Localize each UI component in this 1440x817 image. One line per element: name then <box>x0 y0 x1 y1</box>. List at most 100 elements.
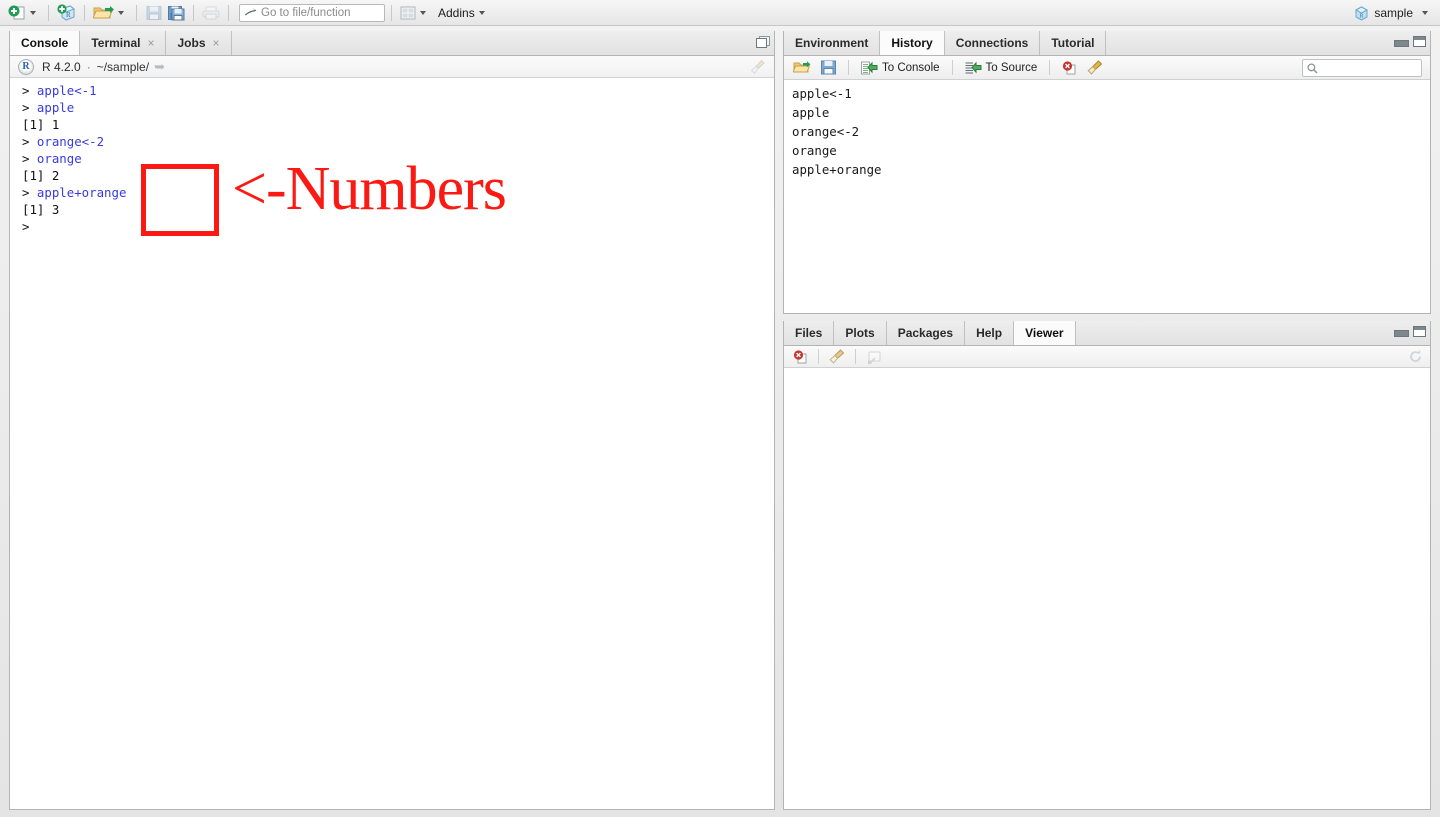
minimize-pane-icon[interactable] <box>1394 327 1409 337</box>
tab-packages[interactable]: Packages <box>886 321 966 345</box>
tab-console[interactable]: Console <box>10 31 81 55</box>
new-project-button[interactable]: R <box>55 2 78 24</box>
chevron-down-icon <box>420 10 426 15</box>
minimize-pane-icon[interactable] <box>1394 37 1409 47</box>
workspace-panes-button[interactable] <box>398 2 432 24</box>
console-output-text: [1] 1 <box>22 117 60 132</box>
working-directory-label: ~/sample/ <box>96 59 150 74</box>
tabbar-filler <box>231 31 774 55</box>
viewer-refresh-button[interactable] <box>1408 349 1423 369</box>
toolbar-divider <box>391 4 392 21</box>
history-list[interactable]: apple<-1 apple orange<-2 orange apple+orange <box>784 80 1430 292</box>
save-all-button[interactable] <box>165 2 187 24</box>
print-button[interactable] <box>200 2 222 24</box>
console-input-text: orange<-2 <box>36 134 105 149</box>
remove-history-entry-button[interactable] <box>1059 60 1080 75</box>
viewer-stop-button[interactable] <box>790 349 811 364</box>
history-entry[interactable]: orange <box>790 141 1430 160</box>
toolbar-divider <box>951 60 953 75</box>
project-indicator[interactable]: R sample <box>1354 0 1432 26</box>
printer-icon <box>202 6 220 20</box>
console-output[interactable]: > apple<-1 > apple [1] 1 > orange<-2 > orang… <box>10 78 774 809</box>
save-history-button[interactable] <box>818 60 839 75</box>
tab-viewer[interactable]: Viewer <box>1014 321 1076 345</box>
console-input-text: orange <box>36 151 82 166</box>
tab-help[interactable]: Help <box>965 321 1015 345</box>
viewer-window-buttons <box>1394 326 1426 337</box>
tab-environment-label: Environment <box>795 36 869 50</box>
project-name: sample <box>1374 6 1413 20</box>
tab-files[interactable]: Files <box>784 321 835 345</box>
history-entry[interactable]: apple<-1 <box>790 84 1430 103</box>
tab-jobs[interactable]: Jobs × <box>166 31 232 55</box>
console-prompt: > <box>22 83 37 98</box>
console-output-text: [1] 2 <box>22 168 60 183</box>
history-entry[interactable]: apple <box>790 103 1430 122</box>
goto-file-function-input[interactable]: Go to file/function <box>239 3 385 22</box>
chevron-down-icon <box>30 10 36 15</box>
open-folder-icon <box>793 60 811 75</box>
to-source-icon <box>965 61 982 75</box>
popout-window-icon <box>866 350 882 364</box>
open-file-button[interactable] <box>91 2 130 24</box>
tab-connections[interactable]: Connections <box>944 31 1041 55</box>
history-search-box[interactable] <box>1302 59 1422 77</box>
tab-history[interactable]: History <box>880 31 945 55</box>
to-console-label: To Console <box>882 61 940 74</box>
console-tabbar: Console Terminal × Jobs × <box>10 31 774 56</box>
viewer-popout-button[interactable] <box>863 350 885 364</box>
close-icon[interactable]: × <box>147 37 154 49</box>
console-header: R R 4.2.0 · ~/sample/ ➥ <box>10 56 774 78</box>
addins-button[interactable]: Addins <box>432 2 491 24</box>
project-cube-icon: R <box>1354 5 1369 21</box>
load-history-button[interactable] <box>790 60 814 75</box>
tab-tutorial[interactable]: Tutorial <box>1040 31 1107 55</box>
remove-circle-icon <box>793 349 808 364</box>
console-prompt: > <box>22 100 37 115</box>
maximize-pane-icon[interactable] <box>1413 36 1426 47</box>
main-toolbar: R Go to file/function Addins R sample <box>0 0 1440 26</box>
console-line: [1] 1 <box>22 116 768 133</box>
toolbar-divider <box>818 349 819 364</box>
viewer-toolbar <box>784 346 1430 368</box>
tab-connections-label: Connections <box>955 36 1029 50</box>
environment-history-panel: Environment History Connections Tutorial <box>783 31 1431 314</box>
tab-history-label: History <box>891 36 933 50</box>
restore-pane-icon[interactable] <box>756 36 770 48</box>
addins-label: Addins <box>438 5 475 20</box>
close-icon[interactable]: × <box>213 37 220 49</box>
tab-terminal[interactable]: Terminal × <box>80 31 167 55</box>
to-console-icon <box>861 61 878 75</box>
tab-environment[interactable]: Environment <box>784 31 881 55</box>
tab-help-label: Help <box>976 326 1003 340</box>
history-entry[interactable]: orange<-2 <box>790 122 1430 141</box>
new-project-icon: R <box>57 4 76 21</box>
viewer-content[interactable] <box>784 368 1430 809</box>
goto-arrow-icon <box>244 7 257 19</box>
history-entry[interactable]: apple+orange <box>790 160 1430 179</box>
maximize-pane-icon[interactable] <box>1413 326 1426 337</box>
to-source-button[interactable]: To Source <box>962 61 1041 75</box>
svg-text:R: R <box>66 11 71 19</box>
tab-tutorial-label: Tutorial <box>1051 36 1095 50</box>
broom-icon[interactable] <box>750 59 766 78</box>
save-icon <box>821 60 836 75</box>
rstudio-window: R Go to file/function Addins R sample Co… <box>0 0 1440 817</box>
tab-console-label: Console <box>21 36 69 50</box>
environment-tabbar: Environment History Connections Tutorial <box>784 31 1430 56</box>
arrow-right-icon[interactable]: ➥ <box>154 59 165 75</box>
history-search-input[interactable] <box>1321 62 1417 74</box>
clear-history-button[interactable] <box>1084 60 1106 75</box>
tab-plots[interactable]: Plots <box>834 321 887 345</box>
save-button[interactable] <box>143 2 165 24</box>
console-input-text: apple<-1 <box>36 83 97 98</box>
history-toolbar: To Console To Source <box>784 56 1430 80</box>
console-line: > orange<-2 <box>22 133 768 150</box>
toolbar-divider <box>228 4 229 21</box>
viewer-clear-button[interactable] <box>826 349 848 364</box>
new-file-button[interactable] <box>6 2 42 24</box>
toolbar-divider <box>848 60 849 75</box>
tabbar-filler <box>1106 31 1430 55</box>
tabbar-filler <box>1075 321 1430 345</box>
to-console-button[interactable]: To Console <box>858 61 943 75</box>
